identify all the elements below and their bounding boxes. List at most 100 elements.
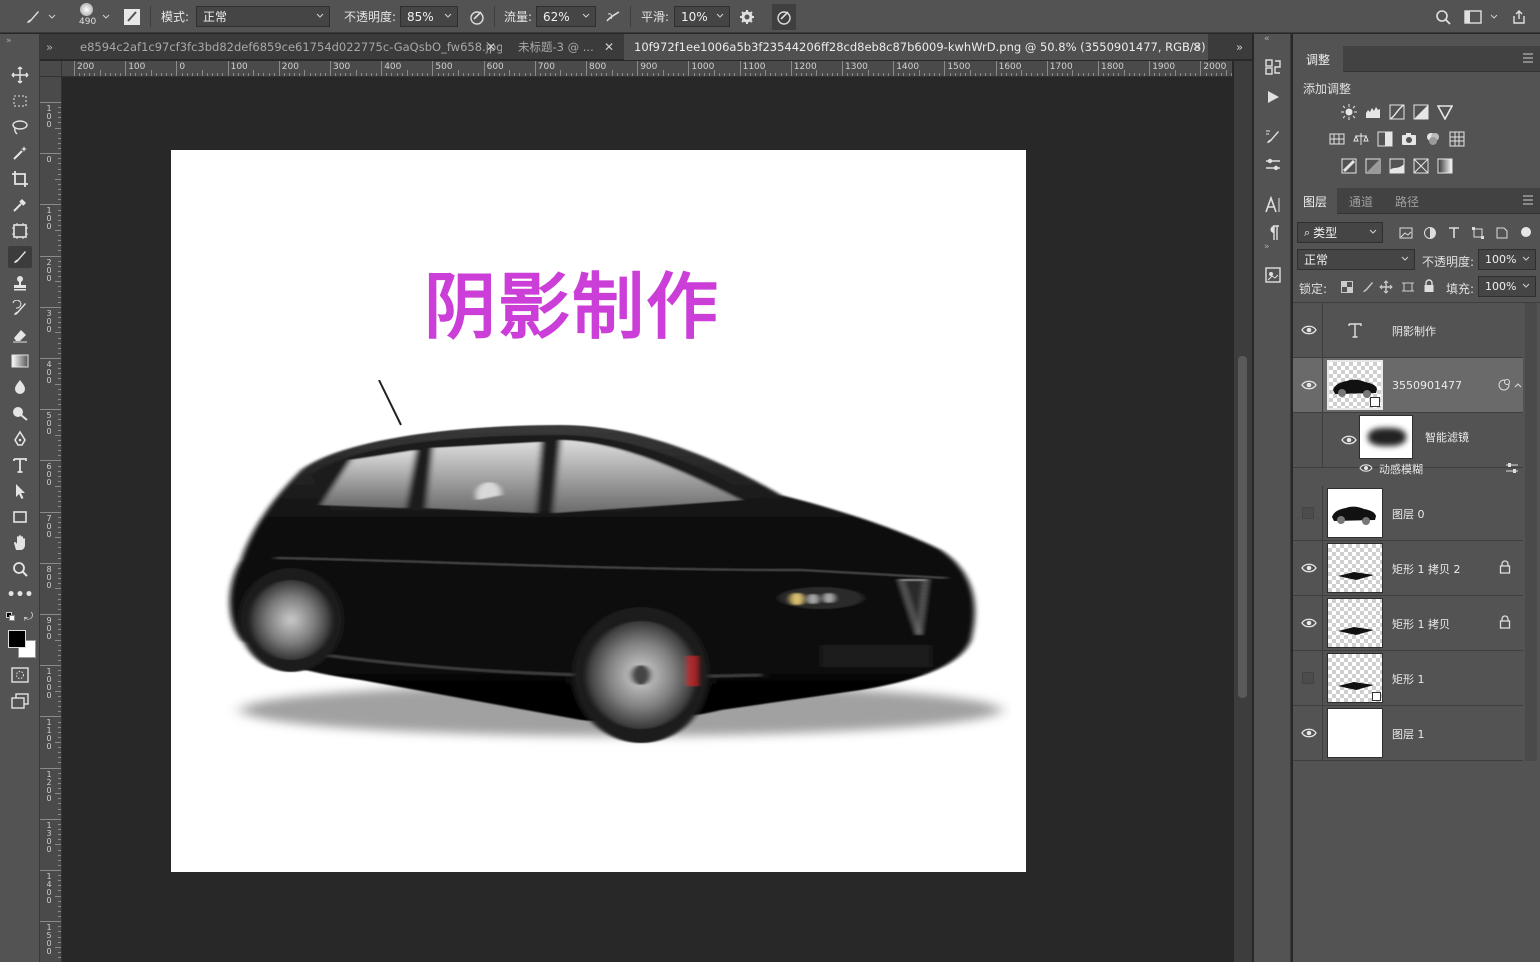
smoothing-field[interactable]: 10%: [674, 6, 730, 27]
close-icon[interactable]: ✕: [1192, 40, 1202, 54]
document-canvas[interactable]: 阴影制作: [171, 150, 1026, 872]
gear-icon[interactable]: [736, 0, 758, 33]
filter-toggle-icon[interactable]: [1521, 227, 1531, 237]
filter-smart-object-icon[interactable]: [1495, 226, 1509, 240]
zoom-tool-icon[interactable]: [8, 558, 32, 580]
share-icon[interactable]: [1508, 0, 1530, 33]
layer-fill-field[interactable]: 100%: [1478, 276, 1536, 297]
channel-mixer-icon[interactable]: [1425, 131, 1441, 147]
filter-adjustment-icon[interactable]: [1423, 226, 1437, 240]
tab-document-2[interactable]: 未标题-3 @ ... ✕: [508, 34, 620, 60]
pen-tool-icon[interactable]: [8, 428, 32, 450]
chevron-down-icon[interactable]: [100, 0, 112, 33]
hand-tool-icon[interactable]: [8, 532, 32, 554]
collapse-chevron-icon[interactable]: [1513, 380, 1523, 390]
vertical-ruler[interactable]: 1000100200300400500600700800900100011001…: [40, 77, 62, 962]
tab-overflow-icon[interactable]: »: [1226, 34, 1250, 60]
hue-saturation-icon[interactable]: [1329, 131, 1345, 147]
chevron-down-icon[interactable]: [46, 0, 58, 33]
close-icon[interactable]: ✕: [604, 40, 614, 54]
smart-filter-toggle-icon[interactable]: [1497, 378, 1511, 392]
blur-tool-icon[interactable]: [8, 376, 32, 398]
stamp-tool-icon[interactable]: [8, 272, 32, 294]
quick-mask-icon[interactable]: [8, 664, 32, 686]
curves-icon[interactable]: [1389, 104, 1405, 120]
layer-row-text[interactable]: 阴影制作: [1293, 303, 1523, 358]
workspace-icon[interactable]: [1462, 0, 1484, 33]
layer-opacity-field[interactable]: 100%: [1478, 249, 1536, 270]
close-icon[interactable]: ✕: [486, 40, 496, 54]
tab-collapse-icon[interactable]: »: [40, 34, 62, 60]
canvas-vertical-scrollbar[interactable]: [1234, 61, 1252, 962]
collapse-arrows-icon[interactable]: «: [1264, 34, 1270, 44]
photo-filter-icon[interactable]: [1401, 131, 1417, 147]
chevron-down-icon[interactable]: [1488, 0, 1500, 33]
eye-icon[interactable]: [1301, 616, 1317, 630]
frame-tool-icon[interactable]: [8, 220, 32, 242]
gradient-map-icon[interactable]: [1437, 158, 1453, 174]
brightness-contrast-icon[interactable]: [1341, 104, 1357, 120]
layer-row-layer-1[interactable]: 图层 1: [1293, 706, 1523, 761]
eye-icon[interactable]: [1359, 462, 1373, 474]
layer-row-rect-1[interactable]: 矩形 1: [1293, 651, 1523, 706]
tab-layers[interactable]: 图层: [1293, 188, 1337, 214]
brush-tool-preset-icon[interactable]: [20, 0, 46, 33]
type-tool-icon[interactable]: [8, 454, 32, 476]
search-icon[interactable]: [1432, 0, 1454, 33]
marquee-tool-icon[interactable]: [8, 90, 32, 112]
color-balance-icon[interactable]: [1353, 131, 1369, 147]
actions-play-icon[interactable]: [1262, 86, 1284, 108]
screen-mode-icon[interactable]: [8, 690, 32, 712]
canvas-area[interactable]: 阴影制作: [62, 77, 1232, 962]
layer-row-rect-copy-2[interactable]: 矩形 1 拷贝 2: [1293, 541, 1523, 596]
selective-color-icon[interactable]: [1413, 158, 1429, 174]
lock-image-icon[interactable]: [1361, 280, 1375, 294]
collapse-arrows-icon[interactable]: »: [6, 36, 12, 46]
lock-artboard-icon[interactable]: [1401, 280, 1415, 294]
foreground-color-swatch[interactable]: [8, 630, 26, 648]
pressure-size-icon[interactable]: [772, 4, 796, 30]
layer-row-motion-blur[interactable]: 动感模糊: [1323, 458, 1523, 478]
opacity-field[interactable]: 85%: [400, 6, 458, 27]
scrollbar-thumb[interactable]: [1238, 356, 1247, 698]
lasso-tool-icon[interactable]: [8, 116, 32, 138]
filter-blending-options-icon[interactable]: [1505, 462, 1519, 474]
horizontal-ruler[interactable]: 200 100 0 100 200 300 400 500 600 700 800 900 1000 11…: [62, 61, 1232, 77]
layer-row-layer-0[interactable]: 图层 0: [1293, 486, 1523, 541]
threshold-icon[interactable]: [1389, 158, 1405, 174]
character-panel-icon[interactable]: [1262, 194, 1284, 216]
collapse-arrows-icon[interactable]: »: [1264, 242, 1270, 252]
filter-pixel-icon[interactable]: [1399, 226, 1413, 240]
more-tools-icon[interactable]: •••: [7, 584, 34, 606]
path-selection-tool-icon[interactable]: [8, 480, 32, 502]
filter-type-icon[interactable]: [1447, 226, 1461, 240]
gradient-tool-icon[interactable]: [8, 350, 32, 372]
layer-filter-select[interactable]: ⌕ 类型: [1297, 222, 1383, 243]
layer-row-rect-copy[interactable]: 矩形 1 拷贝: [1293, 596, 1523, 651]
tab-channels[interactable]: 通道: [1339, 188, 1383, 214]
properties-panel-icon[interactable]: [1262, 264, 1284, 286]
exposure-icon[interactable]: [1413, 104, 1429, 120]
eye-icon[interactable]: [1301, 323, 1317, 337]
lock-all-icon[interactable]: [1423, 279, 1435, 293]
invert-icon[interactable]: [1341, 158, 1357, 174]
visibility-off-box[interactable]: [1302, 672, 1314, 684]
eye-icon[interactable]: [1341, 433, 1357, 447]
dodge-tool-icon[interactable]: [8, 402, 32, 424]
paragraph-panel-icon[interactable]: [1262, 222, 1284, 244]
brush-tool-icon[interactable]: [8, 246, 32, 268]
layers-scrollbar[interactable]: [1525, 303, 1537, 761]
move-tool-icon[interactable]: [8, 64, 32, 86]
swap-colors-icon[interactable]: ⤾: [24, 610, 33, 624]
ruler-origin[interactable]: [40, 61, 62, 77]
panel-menu-icon[interactable]: [1522, 195, 1534, 205]
color-lookup-icon[interactable]: [1449, 131, 1465, 147]
default-colors-icon[interactable]: [6, 612, 15, 621]
tab-document-3[interactable]: 10f972f1ee1006a5b3f23544206ff28cd8eb8c87…: [624, 34, 1208, 60]
lock-position-icon[interactable]: [1379, 280, 1393, 294]
eye-icon[interactable]: [1301, 378, 1317, 392]
eraser-tool-icon[interactable]: [8, 324, 32, 346]
vibrance-icon[interactable]: [1437, 104, 1453, 120]
history-panel-icon[interactable]: [1262, 56, 1284, 78]
tab-adjustments[interactable]: 调整: [1293, 46, 1343, 72]
